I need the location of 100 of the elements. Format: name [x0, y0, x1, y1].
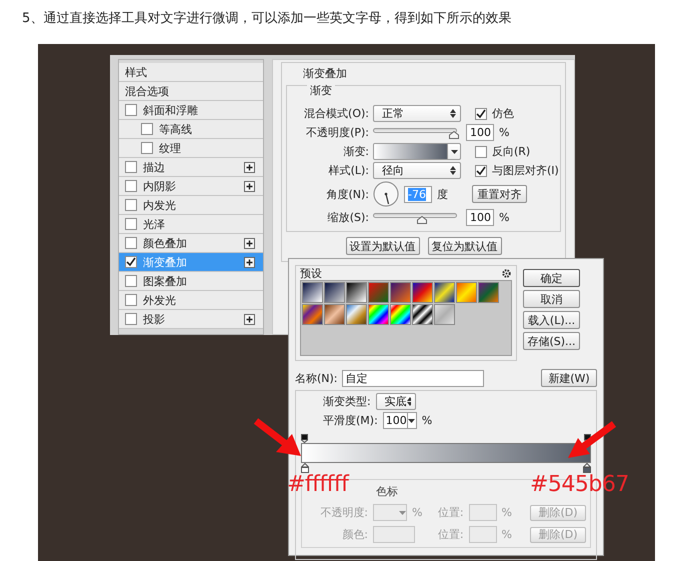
slider[interactable]: [373, 212, 457, 224]
gradient-swatch[interactable]: [412, 282, 433, 303]
unit-label: %: [499, 126, 510, 139]
style-dropdown[interactable]: 径向: [373, 162, 461, 179]
reset-align-button[interactable]: 重置对齐: [472, 185, 527, 203]
gradient-swatch[interactable]: [456, 282, 477, 303]
gradient-swatch[interactable]: [324, 282, 345, 303]
checkbox[interactable]: [125, 161, 137, 173]
style-item[interactable]: 外发光: [119, 291, 263, 310]
style-item[interactable]: 内发光: [119, 196, 263, 215]
style-item[interactable]: 等高线: [119, 120, 263, 139]
field-label: 位置:: [438, 527, 464, 542]
gradient-swatch[interactable]: [302, 304, 323, 325]
unit-label: %: [502, 528, 512, 541]
checkbox[interactable]: [125, 218, 137, 230]
updown-icon: [406, 397, 411, 406]
scale-input[interactable]: 100: [466, 209, 494, 226]
checkbox[interactable]: [125, 180, 137, 192]
unit-label: %: [499, 211, 510, 224]
unit-label: %: [422, 414, 432, 427]
default-button[interactable]: 设置为默认值: [346, 237, 420, 255]
checkbox[interactable]: [141, 123, 153, 135]
updown-icon: [450, 109, 456, 118]
add-icon[interactable]: [244, 180, 255, 192]
dialog-button[interactable]: 存储(S)...: [523, 332, 580, 350]
checkbox-label: 仿色: [492, 107, 514, 120]
default-button[interactable]: 复位为默认值: [428, 237, 502, 255]
gradient-type-dropdown[interactable]: 实底: [376, 393, 416, 410]
checkbox[interactable]: [125, 199, 137, 211]
style-item[interactable]: 斜面和浮雕: [119, 101, 263, 120]
gear-icon[interactable]: [501, 268, 512, 278]
style-item[interactable]: 光泽: [119, 215, 263, 234]
field-label: 角度(N):: [325, 188, 369, 200]
field-label: 位置:: [438, 505, 464, 520]
new-button[interactable]: 新建(W): [541, 369, 597, 387]
gradient-swatch[interactable]: [346, 282, 367, 303]
checkbox[interactable]: [475, 164, 487, 176]
checkbox[interactable]: [125, 313, 137, 325]
checkbox[interactable]: [475, 108, 487, 120]
slider[interactable]: [373, 126, 457, 138]
caret-icon: [399, 510, 406, 514]
gradient-swatch[interactable]: [368, 304, 389, 325]
name-input[interactable]: 自定: [342, 370, 484, 386]
dialog-button[interactable]: 取消: [523, 290, 580, 308]
checkbox[interactable]: [125, 256, 137, 268]
stop-color-swatch[interactable]: [373, 526, 415, 543]
field-label: 渐变:: [342, 145, 369, 158]
dialog-button[interactable]: 载入(L)...: [523, 311, 580, 329]
gradient-swatch[interactable]: [368, 282, 389, 303]
opacity-input[interactable]: 100: [466, 124, 494, 141]
gradient-swatch[interactable]: [390, 282, 411, 303]
gradient-swatch[interactable]: [302, 282, 323, 303]
style-item[interactable]: 样式: [119, 63, 263, 82]
color-stop[interactable]: [301, 463, 309, 473]
arrow: [254, 418, 301, 456]
add-icon[interactable]: [244, 238, 255, 248]
opacity-stop-icon[interactable]: [301, 434, 308, 443]
presets-title: 预设: [300, 266, 322, 280]
checkbox[interactable]: [125, 294, 137, 306]
angle-dial[interactable]: [373, 181, 399, 207]
add-icon[interactable]: [244, 314, 255, 324]
gradient-bar[interactable]: [301, 443, 591, 463]
style-item[interactable]: 描边: [119, 158, 263, 177]
gradient-swatch[interactable]: [412, 304, 433, 325]
smoothness-input[interactable]: 100: [382, 412, 417, 429]
checkbox[interactable]: [125, 237, 137, 249]
gradient-swatch[interactable]: [324, 304, 345, 325]
gradient-swatch[interactable]: [434, 304, 455, 325]
style-item[interactable]: 投影: [119, 310, 263, 329]
field-label: 缩放(S):: [326, 211, 369, 224]
stop-opacity-input[interactable]: [373, 504, 407, 521]
caret-icon: [450, 150, 458, 154]
style-item[interactable]: 图案叠加: [119, 272, 263, 291]
position-input[interactable]: [468, 504, 497, 521]
field-label: 渐变类型:: [323, 394, 371, 409]
gradient-swatch[interactable]: [390, 304, 411, 325]
add-icon[interactable]: [244, 162, 255, 172]
unit-label: 度: [437, 188, 448, 200]
step-caption: 5、通过直接选择工具对文字进行微调，可以添加一些英文字母，得到如下所示的效果: [22, 10, 512, 27]
checkbox[interactable]: [125, 104, 137, 116]
style-item[interactable]: 颜色叠加: [119, 234, 263, 253]
gradient-swatch[interactable]: [346, 304, 367, 325]
style-item[interactable]: 混合选项: [119, 82, 263, 101]
checkbox-label: 与图层对齐(I): [492, 164, 559, 177]
color-stop[interactable]: [583, 463, 591, 473]
checkbox-label: 反向(R): [492, 145, 530, 158]
add-icon[interactable]: [244, 256, 255, 268]
checkbox[interactable]: [125, 275, 137, 287]
gradient-swatch[interactable]: [478, 282, 499, 303]
checkbox[interactable]: [475, 146, 487, 158]
style-item[interactable]: 纹理: [119, 139, 263, 158]
group-title: 渐变: [307, 83, 335, 98]
style-item[interactable]: 内阴影: [119, 177, 263, 196]
gradient-dropdown[interactable]: [373, 143, 461, 160]
gradient-swatch[interactable]: [434, 282, 455, 303]
dialog-button[interactable]: 确定: [523, 269, 580, 287]
position-input[interactable]: [468, 526, 497, 543]
field-label: 不透明度(P):: [305, 126, 369, 139]
checkbox[interactable]: [141, 142, 153, 154]
blend-mode-dropdown[interactable]: 正常: [373, 105, 461, 122]
